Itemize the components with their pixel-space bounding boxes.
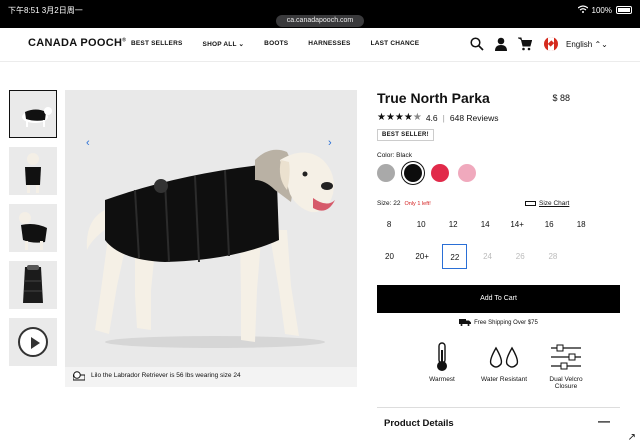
add-to-cart-button[interactable]: Add To Cart bbox=[377, 285, 620, 313]
size-option[interactable]: 14 bbox=[473, 212, 497, 237]
swatch-black[interactable] bbox=[404, 164, 422, 182]
feature-dual-velcro: Dual Velcro Closure bbox=[538, 342, 594, 390]
feature-water-resistant: Water Resistant bbox=[476, 342, 532, 390]
stock-warning: Only 1 left! bbox=[404, 201, 431, 207]
nav-icons: English ⌃⌄ bbox=[470, 34, 608, 54]
product-title: True North Parka bbox=[377, 90, 490, 106]
play-icon[interactable] bbox=[18, 327, 48, 357]
size-option[interactable]: 10 bbox=[409, 212, 433, 237]
next-image-arrow[interactable]: › bbox=[328, 137, 332, 149]
nav-last-chance[interactable]: LAST CHANCE bbox=[371, 40, 420, 48]
color-label: Color: Black bbox=[377, 152, 413, 159]
product-price: $ 88 bbox=[552, 93, 570, 103]
swatch-pink[interactable] bbox=[458, 164, 476, 182]
feature-warmest: Warmest bbox=[414, 342, 470, 390]
status-time: 下午8:51 3月2日周一 bbox=[8, 6, 83, 15]
reviews-link[interactable]: 648 Reviews bbox=[450, 113, 499, 123]
tape-measure-icon bbox=[73, 371, 85, 381]
truck-icon bbox=[459, 319, 472, 326]
search-icon[interactable] bbox=[470, 37, 484, 51]
thumbnail-gallery bbox=[9, 90, 57, 375]
size-option[interactable]: 18 bbox=[569, 212, 593, 237]
battery-icon bbox=[616, 6, 632, 14]
collapse-details-icon[interactable]: — bbox=[598, 414, 610, 428]
size-options: 8 10 12 14 14+ 16 18 20 20+ 22 24 26 28 bbox=[377, 212, 601, 276]
thumbnail-1[interactable] bbox=[9, 90, 57, 138]
main-menu: BEST SELLERS SHOP ALL ⌄ BOOTS HARNESSES … bbox=[131, 40, 439, 48]
size-option-unavailable[interactable]: 28 bbox=[540, 244, 565, 269]
rating-divider: | bbox=[442, 112, 445, 123]
nav-boots[interactable]: BOOTS bbox=[264, 40, 288, 48]
nav-harnesses[interactable]: HARNESSES bbox=[308, 40, 350, 48]
size-option-unavailable[interactable]: 24 bbox=[475, 244, 500, 269]
nav-shop-all[interactable]: SHOP ALL ⌄ bbox=[203, 40, 245, 48]
prev-image-arrow[interactable]: ‹ bbox=[86, 137, 90, 149]
battery-percent: 100% bbox=[591, 5, 612, 15]
nav-best-sellers[interactable]: BEST SELLERS bbox=[131, 40, 183, 48]
size-option[interactable]: 16 bbox=[537, 212, 561, 237]
size-option[interactable]: 12 bbox=[441, 212, 465, 237]
size-option[interactable]: 8 bbox=[377, 212, 401, 237]
thumbnail-video[interactable] bbox=[9, 318, 57, 366]
color-swatches bbox=[377, 164, 485, 182]
account-icon[interactable] bbox=[494, 37, 508, 51]
language-selector[interactable]: English ⌃⌄ bbox=[566, 40, 608, 49]
shipping-note: Free Shipping Over $75 bbox=[377, 319, 620, 326]
image-caption: Lilo the Labrador Retriever is 56 lbs we… bbox=[65, 367, 357, 387]
caption-text: Lilo the Labrador Retriever is 56 lbs we… bbox=[91, 372, 241, 379]
size-option[interactable]: 14+ bbox=[505, 212, 529, 237]
thumbnail-4[interactable] bbox=[9, 261, 57, 309]
brand-logo[interactable]: CANADA POOCH® bbox=[28, 37, 126, 49]
status-bar: 下午8:51 3月2日周一 ca.canadapooch.com 100% bbox=[0, 0, 640, 28]
product-details-heading[interactable]: Product Details bbox=[384, 418, 454, 429]
top-nav: CANADA POOCH® BEST SELLERS SHOP ALL ⌄ BO… bbox=[0, 28, 640, 62]
size-option-unavailable[interactable]: 26 bbox=[508, 244, 533, 269]
thumbnail-3[interactable] bbox=[9, 204, 57, 252]
feature-icons: Warmest Water Resistant Dual Velcro Clos… bbox=[414, 342, 594, 390]
swatch-red[interactable] bbox=[431, 164, 449, 182]
star-rating-icon: ★★★★★ bbox=[377, 112, 422, 123]
section-divider bbox=[377, 407, 620, 408]
thumbnail-2[interactable] bbox=[9, 147, 57, 195]
thermometer-icon bbox=[437, 342, 447, 371]
wifi-icon bbox=[577, 5, 588, 15]
scroll-corner-icon: ↗ bbox=[627, 432, 636, 443]
cart-icon[interactable] bbox=[518, 37, 532, 51]
canada-flag-icon[interactable] bbox=[544, 37, 558, 51]
product-main-image[interactable] bbox=[65, 90, 357, 367]
size-option[interactable]: 20+ bbox=[410, 244, 435, 269]
size-option-selected[interactable]: 22 bbox=[442, 244, 468, 269]
address-bar[interactable]: ca.canadapooch.com bbox=[276, 15, 364, 27]
ruler-icon bbox=[525, 200, 536, 206]
sliders-icon bbox=[551, 344, 581, 370]
size-option[interactable]: 20 bbox=[377, 244, 402, 269]
size-chart-link[interactable]: Size Chart bbox=[525, 200, 569, 207]
rating-row[interactable]: ★★★★★ 4.6 | 648 Reviews bbox=[377, 112, 499, 123]
size-label: Size: 22 Only 1 left! bbox=[377, 200, 431, 207]
product-info: True North Parka $ 88 ★★★★★ 4.6 | 648 Re… bbox=[377, 90, 620, 429]
status-right: 100% bbox=[577, 5, 632, 15]
best-seller-badge: BEST SELLER! bbox=[377, 129, 434, 141]
rating-value: 4.6 bbox=[425, 112, 438, 123]
swatch-grey[interactable] bbox=[377, 164, 395, 182]
water-drops-icon bbox=[489, 346, 519, 368]
